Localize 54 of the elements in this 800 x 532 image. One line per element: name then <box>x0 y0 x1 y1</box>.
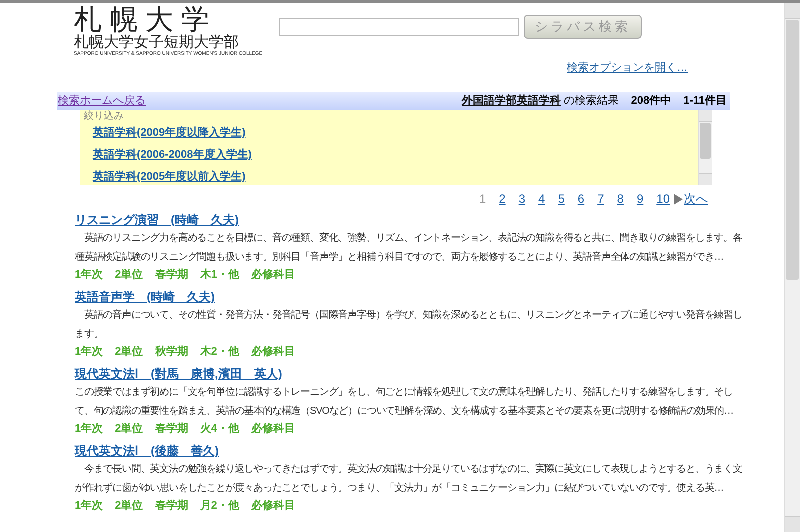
course-description: 英語の音声について、その性質・発音方法・発音記号（国際音声字母）を学び、知識を深めるとともに、リスニングとネーティブに通じやすい発音を練習します。 <box>75 308 743 342</box>
logo-title: 札 幌 大 学 <box>74 5 210 34</box>
next-link[interactable]: 次へ <box>674 190 708 208</box>
course-title-link[interactable]: 現代英文法Ⅰ (對馬 康博,濱田 英人) <box>75 366 282 382</box>
refine-link[interactable]: 英語学科(2005年度以前入学生) <box>93 170 246 184</box>
refine-link[interactable]: 英語学科(2009年度以降入学生) <box>93 126 246 140</box>
back-link[interactable]: 検索ホームへ戻る <box>58 92 146 110</box>
course-title-link[interactable]: リスニング演習 (時崎 久夫) <box>75 212 239 228</box>
course-info: 木1・他 <box>200 268 240 283</box>
course-description: 今まで長い間、英文法の勉強を繰り返しやってきたはずです。英文法の知識は十分足りているはずなのに、実際に英文にして表現しようとすると、うまく文が作れずに歯がゆい思いをしたことが度々あったことでしょう。つまり、「文法力」が「コミュニケーション力」に結びついていないのです。使える英… <box>75 462 743 496</box>
course-info: 1年次 <box>75 422 104 437</box>
course-info: 木2・他 <box>200 344 240 360</box>
refine-label: 絞り込み <box>84 110 124 123</box>
page-link[interactable]: 6 <box>578 190 585 208</box>
page-link[interactable]: 7 <box>598 190 604 208</box>
course-info: 春学期 <box>155 422 188 437</box>
triangle-icon <box>674 194 683 204</box>
refine-scrollbar[interactable] <box>698 110 712 185</box>
course-info: 火4・他 <box>200 422 240 437</box>
page-link[interactable]: 5 <box>558 190 565 208</box>
course-info: 秋学期 <box>155 344 188 360</box>
course-info: 1年次 <box>75 268 104 283</box>
course-info: 必修科目 <box>251 422 296 437</box>
course-info: 春学期 <box>155 268 188 283</box>
page-link[interactable]: 3 <box>518 190 526 208</box>
department-link[interactable]: 外国語学部英語学科 <box>462 92 562 110</box>
logo-subtitle: 札幌大学女子短期大学部 <box>74 34 239 51</box>
page-scrollbar[interactable] <box>784 3 800 532</box>
course-info: 必修科目 <box>251 344 296 360</box>
page-link[interactable]: 10 <box>656 190 670 208</box>
course-description: 英語のリスニング力を高めることを目標に、音の種類、変化、強勢、リズム、イントネーション、表記法の知識を得ると共に、聞き取りの練習をします。各種英語検定試験のリスニング問題も扱います。別科目「音声学」と相補う科目ですので、両方を履修することにより、英語音声全体の知識と練習ができ… <box>75 232 743 265</box>
result-range: 1-11件目 <box>684 94 727 109</box>
course-info: 1年次 <box>75 344 104 360</box>
page-link[interactable]: 2 <box>499 190 506 208</box>
course-info: 必修科目 <box>251 498 296 514</box>
course-title-link[interactable]: 英語音声学 (時崎 久夫) <box>75 289 215 305</box>
page-link[interactable]: 8 <box>617 190 624 208</box>
course-info: 2単位 <box>115 422 144 437</box>
result-total: 208件中 <box>631 94 672 109</box>
course-info: 必修科目 <box>251 268 296 283</box>
course-info: 春学期 <box>155 498 188 514</box>
course-info: 月2・他 <box>200 499 240 514</box>
course-description: この授業ではまず初めに「文を句単位に認識するトレーニング」をし、句ごとに情報を処理して文の意味を理解したり、発話したりする練習をします。そして、句の認識の重要性を踏まえ、英語の基本的な構造（SVOなど）について理解を深め、文を構成する基本要素とその要素を更に説明する修飾語の効果的… <box>75 386 735 419</box>
page-link[interactable]: 4 <box>538 190 546 208</box>
course-title-link[interactable]: 現代英文法Ⅰ (後藤 善久) <box>75 443 219 459</box>
search-options-link[interactable]: 検索オプションを開く… <box>567 60 688 76</box>
course-info: 2単位 <box>115 345 144 360</box>
search-field[interactable] <box>279 18 519 36</box>
page-link[interactable]: 9 <box>636 190 644 208</box>
refine-link[interactable]: 英語学科(2006-2008年度入学生) <box>93 148 252 162</box>
course-info: 2単位 <box>115 499 144 514</box>
course-info: 1年次 <box>75 498 104 514</box>
result-label: の検索結果 <box>564 94 620 109</box>
course-info: 2単位 <box>115 268 144 283</box>
